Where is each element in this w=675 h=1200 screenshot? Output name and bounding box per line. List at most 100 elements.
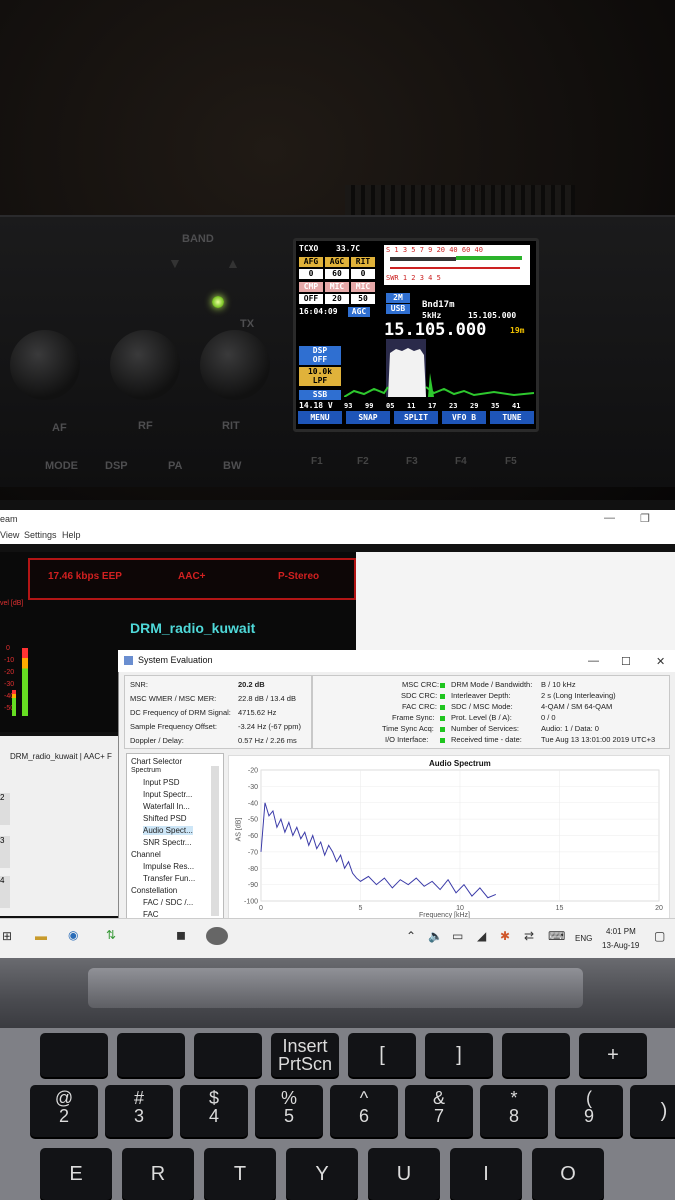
- key-row3[interactable]: U: [368, 1148, 440, 1200]
- tree-waterfall[interactable]: Waterfall In...: [143, 802, 190, 811]
- key-row1[interactable]: [117, 1033, 185, 1077]
- afg-value: 0: [299, 269, 323, 279]
- tree-constellation[interactable]: Constellation: [131, 886, 177, 895]
- tree-shifted-psd[interactable]: Shifted PSD: [143, 814, 187, 823]
- sys-minimize-icon[interactable]: —: [588, 655, 599, 667]
- key-row2[interactable]: ): [630, 1085, 675, 1137]
- y-tick-label: -70: [248, 849, 258, 856]
- file-explorer-icon[interactable]: ▬: [35, 929, 47, 943]
- notification-icon[interactable]: ▢: [654, 929, 665, 943]
- key-row1[interactable]: +: [579, 1033, 647, 1077]
- radio-lcd-display: TCXO 33.7C AFG AGC RIT 0 60 0 CMP MIC MI…: [293, 238, 539, 432]
- af-label: AF: [52, 422, 67, 434]
- tree-transfer-function[interactable]: Transfer Fun...: [143, 874, 195, 883]
- af-knob[interactable]: [10, 330, 80, 400]
- dream-app-icon[interactable]: [206, 927, 228, 945]
- app-arrow-icon[interactable]: ⇅: [106, 928, 116, 942]
- menu-softkey[interactable]: MENU: [298, 411, 342, 424]
- f4-label: F4: [455, 456, 467, 467]
- key-row3[interactable]: E: [40, 1148, 112, 1200]
- interleaver-label: Interleaver Depth:: [451, 691, 511, 700]
- tree-channel[interactable]: Channel: [131, 850, 161, 859]
- tree-fac-sdc[interactable]: FAC / SDC /...: [143, 898, 193, 907]
- level-tick-2: -20: [4, 669, 15, 676]
- camera-icon[interactable]: ◼: [176, 928, 186, 942]
- taskbar-time[interactable]: 4:01 PM: [606, 927, 636, 936]
- doppler-value: 0.57 Hz / 2.26 ms: [238, 736, 297, 745]
- service-tab[interactable]: DRM_radio_kuwait | AAC+ F: [10, 752, 112, 761]
- rit-knob[interactable]: [200, 330, 270, 400]
- menu-settings[interactable]: Settings: [24, 530, 57, 540]
- key-row1[interactable]: ]: [425, 1033, 493, 1077]
- key-row2[interactable]: ^ 6: [330, 1085, 398, 1137]
- services-value: Audio: 1 / Data: 0: [541, 724, 599, 733]
- mode-label: MODE: [45, 460, 78, 472]
- key-row1[interactable]: [502, 1033, 570, 1077]
- doppler-label: Doppler / Delay:: [130, 736, 184, 745]
- voltage-readout: 14.18 V: [299, 401, 333, 410]
- key-row2[interactable]: & 7: [405, 1085, 473, 1137]
- key-row3[interactable]: R: [122, 1148, 194, 1200]
- key-row3[interactable]: Y: [286, 1148, 358, 1200]
- tree-input-psd[interactable]: Input PSD: [143, 778, 179, 787]
- key-row1[interactable]: [40, 1033, 108, 1077]
- tree-snr-spectrum[interactable]: SNR Spectr...: [143, 838, 191, 847]
- radio-spectrum-display: [344, 339, 534, 397]
- key-row2[interactable]: * 8: [480, 1085, 548, 1137]
- key-row2[interactable]: # 3: [105, 1085, 173, 1137]
- vfo-b-softkey[interactable]: VFO B: [442, 411, 486, 424]
- x-tick-label: 0: [259, 905, 263, 912]
- key-row2[interactable]: % 5: [255, 1085, 323, 1137]
- volume-icon[interactable]: 🔈: [428, 929, 443, 943]
- split-softkey[interactable]: SPLIT: [394, 411, 438, 424]
- dream-right-panel: [356, 552, 675, 652]
- taskbar-date[interactable]: 13-Aug-19: [602, 941, 639, 950]
- key-row2[interactable]: @ 2: [30, 1085, 98, 1137]
- bitrate-label: 17.46 kbps EEP: [48, 571, 122, 582]
- minimize-icon[interactable]: —: [604, 512, 615, 524]
- start-icon[interactable]: ⊞: [2, 929, 12, 943]
- snap-softkey[interactable]: SNAP: [346, 411, 390, 424]
- mer-label: MSC WMER / MSC MER:: [130, 694, 217, 703]
- band-down-icon: ▼: [168, 255, 182, 271]
- key-row3[interactable]: T: [204, 1148, 276, 1200]
- y-tick-label: -60: [248, 833, 258, 840]
- key-row1[interactable]: [: [348, 1033, 416, 1077]
- tree-audio-spectrum[interactable]: Audio Spect...: [143, 826, 193, 835]
- level-meter-left: [22, 648, 28, 716]
- key-row3[interactable]: I: [450, 1148, 522, 1200]
- tree-impulse-response[interactable]: Impulse Res...: [143, 862, 194, 871]
- network-icon[interactable]: ◢: [477, 929, 486, 943]
- restore-icon[interactable]: ❐: [640, 512, 650, 525]
- band-readout: Bnd17m: [422, 300, 455, 310]
- tray-chevron-icon[interactable]: ⌃: [406, 929, 416, 943]
- agc-label: AGC: [325, 257, 349, 267]
- key-row2[interactable]: $ 4: [180, 1085, 248, 1137]
- key-row1[interactable]: [194, 1033, 262, 1077]
- tree-spectrum[interactable]: Spectrum: [131, 767, 161, 774]
- menu-view[interactable]: View: [0, 530, 19, 540]
- tree-input-spectrum[interactable]: Input Spectr...: [143, 790, 192, 799]
- x-tick-label: 15: [556, 905, 564, 912]
- key-row3[interactable]: O: [532, 1148, 604, 1200]
- menu-help[interactable]: Help: [62, 530, 81, 540]
- x-tick-label: 20: [655, 905, 663, 912]
- sys-close-icon[interactable]: ✕: [656, 655, 665, 668]
- tree-scrollbar[interactable]: [211, 766, 219, 916]
- key-row1[interactable]: Insert PrtScn: [271, 1033, 339, 1077]
- rf-knob[interactable]: [110, 330, 180, 400]
- time-sync-indicator: [440, 727, 445, 732]
- language-indicator[interactable]: ENG: [575, 934, 592, 943]
- keyboard-icon[interactable]: ⌨: [548, 929, 565, 943]
- usb-icon[interactable]: ⇄: [524, 929, 534, 943]
- battery-icon[interactable]: ▭: [452, 929, 463, 943]
- tray-app-icon[interactable]: ✱: [500, 929, 510, 943]
- dream-lower-panel: [0, 736, 122, 916]
- chart-canvas: -20 -30 -40 -50 -60 -70 -80 -90 -1000 5 10 15 20: [244, 768, 663, 913]
- tune-softkey[interactable]: TUNE: [490, 411, 534, 424]
- dc-freq-value: 4715.62 Hz: [238, 708, 277, 717]
- app-clock-icon[interactable]: ◉: [68, 928, 78, 942]
- sys-maximize-icon[interactable]: ☐: [621, 655, 631, 668]
- f2-label: F2: [357, 456, 369, 467]
- key-row2[interactable]: ( 9: [555, 1085, 623, 1137]
